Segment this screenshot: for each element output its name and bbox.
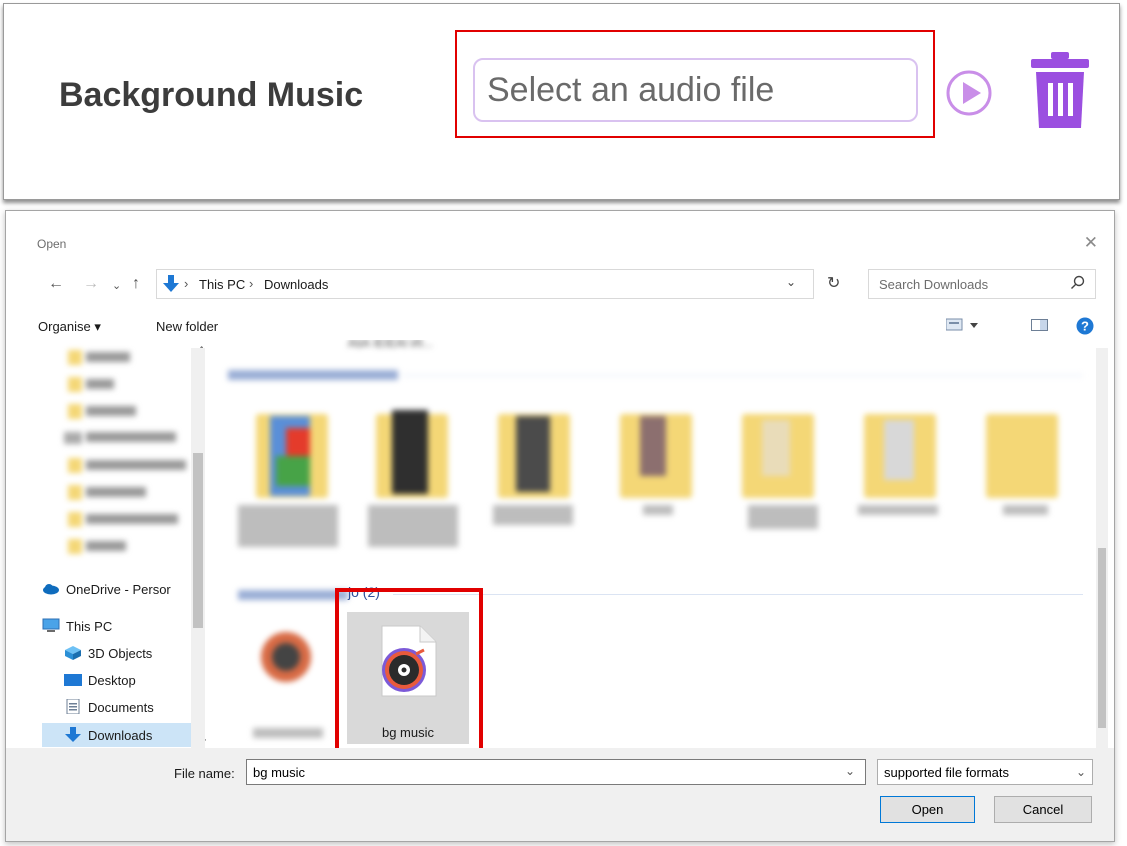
computer-icon [42, 618, 60, 632]
nav-item-onedrive[interactable]: OneDrive - Persor [38, 577, 198, 601]
back-arrow-icon[interactable]: ← [48, 275, 64, 293]
nav-item-label: This PC [66, 619, 113, 634]
file-name-label: File name: [174, 766, 235, 781]
navigation-pane: ^ ⌄ OneDrive - Persor This PC 3D Objects… [38, 340, 208, 750]
close-icon[interactable]: ✕ [1084, 233, 1098, 253]
download-icon [65, 727, 81, 742]
up-arrow-icon[interactable]: ↑ [132, 275, 140, 293]
highlight-box-file [335, 588, 483, 752]
nav-scrollbar[interactable] [191, 348, 205, 748]
content-scrollbar-thumb[interactable] [1098, 548, 1106, 728]
cloud-icon [43, 584, 59, 595]
nav-item-label: OneDrive - Persor [66, 582, 171, 597]
open-button[interactable]: Open [880, 796, 975, 823]
desktop-icon [64, 674, 82, 686]
cancel-button[interactable]: Cancel [994, 796, 1092, 823]
nav-item-label: Documents [88, 700, 154, 715]
new-folder-button[interactable]: New folder [156, 319, 218, 334]
view-options-icon[interactable] [946, 317, 980, 333]
svg-text:?: ? [1081, 319, 1089, 334]
breadcrumb-downloads[interactable]: Downloads [264, 277, 328, 292]
file-type-value: supported file formats [884, 765, 1010, 780]
nav-item-this-pc[interactable]: This PC [38, 614, 198, 638]
nav-item-label: 3D Objects [88, 646, 153, 661]
breadcrumb-this-pc[interactable]: This PC [199, 277, 245, 292]
nav-item-label: Desktop [88, 673, 136, 688]
group-divider [393, 594, 1083, 595]
trash-icon[interactable] [1029, 50, 1091, 130]
forward-arrow-icon[interactable]: → [83, 275, 99, 293]
search-input[interactable] [868, 269, 1096, 299]
file-name-input[interactable] [246, 759, 866, 785]
background-music-label: Background Music [59, 76, 364, 114]
highlight-box-audio-input [455, 30, 935, 138]
address-bar[interactable]: › This PC › Downloads [156, 269, 814, 299]
breadcrumb-chevron-icon: › [249, 276, 254, 291]
chevron-down-icon: ⌄ [1075, 765, 1086, 779]
file-type-select[interactable]: supported file formats ⌄ [877, 759, 1093, 785]
recent-locations-icon[interactable]: ⌄ [112, 279, 121, 292]
refresh-icon[interactable]: ↻ [827, 273, 840, 293]
breadcrumb-chevron-icon: › [184, 276, 189, 291]
content-scrollbar[interactable] [1096, 348, 1108, 748]
help-icon[interactable]: ? [1076, 317, 1094, 335]
nav-item-label: Downloads [88, 728, 153, 743]
nav-item-desktop[interactable]: Desktop [38, 668, 198, 692]
nav-item-3d-objects[interactable]: 3D Objects [38, 641, 198, 665]
search-icon[interactable] [1070, 275, 1086, 291]
partial-top-label: AšА ІЕІЕАІ ИІ... [348, 340, 433, 350]
play-icon[interactable] [946, 70, 992, 116]
nav-scrollbar-thumb[interactable] [193, 453, 203, 628]
nav-item-downloads[interactable]: Downloads [42, 723, 192, 747]
preview-pane-icon[interactable] [1031, 317, 1049, 333]
dialog-title: Open [37, 237, 67, 251]
organise-menu[interactable]: Organise ▾ [38, 319, 101, 335]
address-dropdown-icon[interactable]: ⌄ [786, 275, 796, 289]
document-icon [66, 699, 80, 714]
file-name-dropdown-icon[interactable]: ⌄ [845, 764, 855, 778]
downloads-arrow-icon [163, 275, 179, 292]
nav-item-documents[interactable]: Documents [38, 695, 198, 719]
cube-icon [65, 646, 81, 660]
